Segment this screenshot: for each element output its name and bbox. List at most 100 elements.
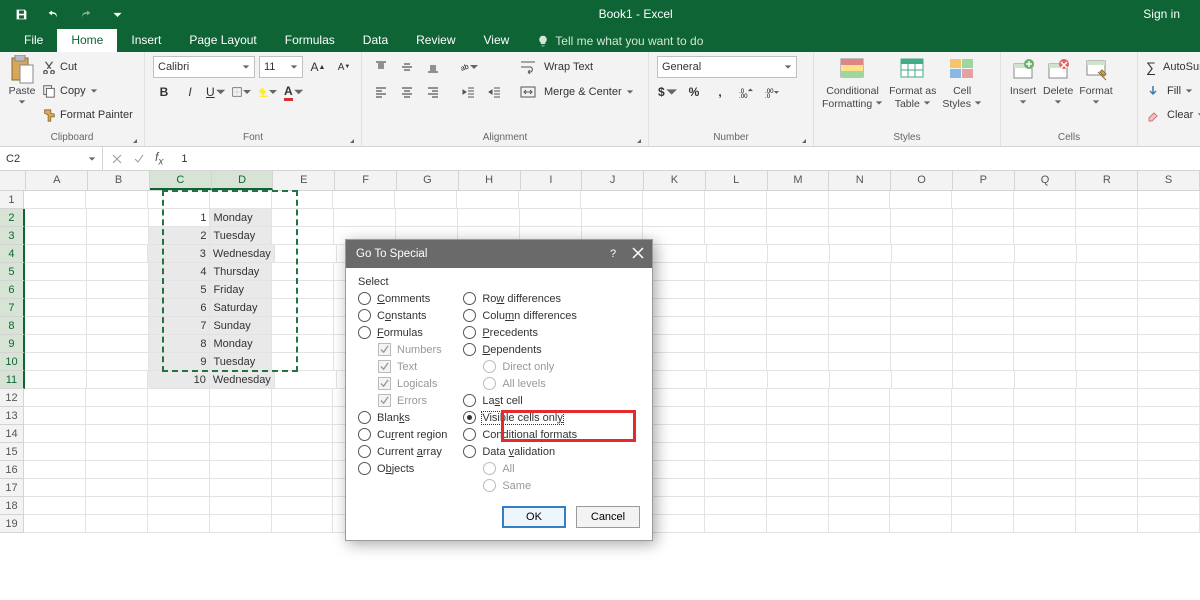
cell-N7[interactable] (829, 299, 891, 317)
cell-O18[interactable] (890, 497, 952, 515)
cell-D9[interactable]: Monday (210, 335, 272, 353)
save-icon[interactable] (10, 3, 32, 25)
cell-Q3[interactable] (1014, 227, 1076, 245)
cell-E9[interactable] (272, 335, 334, 353)
cancel-button[interactable]: Cancel (576, 506, 640, 528)
cell-M11[interactable] (768, 371, 830, 389)
radio-constants[interactable]: Constants (358, 309, 447, 322)
cell-S1[interactable] (1138, 191, 1200, 209)
cell-A3[interactable] (25, 227, 87, 245)
cell-B12[interactable] (86, 389, 148, 407)
cell-E15[interactable] (272, 443, 334, 461)
cell-M16[interactable] (767, 461, 829, 479)
font-size-select[interactable]: 11 (259, 56, 303, 78)
cell-K2[interactable] (643, 209, 705, 227)
select-all-corner[interactable] (0, 171, 26, 190)
cell-N9[interactable] (829, 335, 891, 353)
cell-L10[interactable] (705, 353, 767, 371)
cell-Q17[interactable] (1014, 479, 1076, 497)
cell-B4[interactable] (87, 245, 149, 263)
cell-O19[interactable] (890, 515, 952, 533)
cell-E11[interactable] (275, 371, 337, 389)
col-header-C[interactable]: C (150, 171, 212, 190)
cell-R10[interactable] (1076, 353, 1138, 371)
cell-D11[interactable]: Wednesday (210, 371, 275, 389)
cell-P18[interactable] (952, 497, 1014, 515)
cell-M14[interactable] (767, 425, 829, 443)
cell-O9[interactable] (891, 335, 953, 353)
tab-file[interactable]: File (10, 29, 57, 52)
font-color-button[interactable]: A (283, 81, 305, 103)
cell-Q13[interactable] (1014, 407, 1076, 425)
cell-N10[interactable] (829, 353, 891, 371)
cell-A5[interactable] (25, 263, 87, 281)
cell-M3[interactable] (767, 227, 829, 245)
cell-N4[interactable] (830, 245, 892, 263)
cell-A14[interactable] (24, 425, 86, 443)
cell-C16[interactable] (148, 461, 210, 479)
cell-O10[interactable] (891, 353, 953, 371)
cell-A2[interactable] (25, 209, 87, 227)
cell-P5[interactable] (953, 263, 1015, 281)
cell-S4[interactable] (1138, 245, 1200, 263)
tab-formulas[interactable]: Formulas (271, 29, 349, 52)
row-header-5[interactable]: 5 (0, 263, 25, 281)
radio-last-cell[interactable]: Last cell (463, 394, 577, 407)
cell-M7[interactable] (767, 299, 829, 317)
col-header-L[interactable]: L (706, 171, 768, 190)
cell-R15[interactable] (1076, 443, 1138, 461)
cell-R18[interactable] (1076, 497, 1138, 515)
col-header-R[interactable]: R (1076, 171, 1138, 190)
orientation-icon[interactable]: ab (458, 56, 480, 78)
cell-S18[interactable] (1138, 497, 1200, 515)
radio-current-region[interactable]: Current region (358, 428, 447, 441)
cell-S5[interactable] (1138, 263, 1200, 281)
cell-N6[interactable] (829, 281, 891, 299)
dialog-launcher-icon[interactable] (128, 134, 138, 144)
radio-comments[interactable]: Comments (358, 292, 447, 305)
cell-D15[interactable] (210, 443, 272, 461)
cell-M8[interactable] (767, 317, 829, 335)
cell-R13[interactable] (1076, 407, 1138, 425)
tell-me-search[interactable]: Tell me what you want to do (529, 30, 711, 52)
cell-R8[interactable] (1076, 317, 1138, 335)
cell-S2[interactable] (1138, 209, 1200, 227)
cell-L12[interactable] (705, 389, 767, 407)
cell-C10[interactable]: 9 (149, 353, 211, 371)
cell-E8[interactable] (272, 317, 334, 335)
cell-I1[interactable] (519, 191, 581, 209)
cell-A6[interactable] (25, 281, 87, 299)
cell-L3[interactable] (705, 227, 767, 245)
cell-E1[interactable] (272, 191, 334, 209)
cell-M18[interactable] (767, 497, 829, 515)
insert-cells-button[interactable]: Insert (1009, 56, 1037, 106)
col-header-J[interactable]: J (582, 171, 644, 190)
cell-S12[interactable] (1138, 389, 1200, 407)
enter-formula-icon[interactable] (133, 153, 145, 165)
cell-R1[interactable] (1076, 191, 1138, 209)
italic-button[interactable]: I (179, 81, 201, 103)
cell-C5[interactable]: 4 (149, 263, 211, 281)
cell-B18[interactable] (86, 497, 148, 515)
cell-Q1[interactable] (1014, 191, 1076, 209)
increase-font-icon[interactable]: A▲ (307, 56, 329, 78)
col-header-P[interactable]: P (953, 171, 1015, 190)
cell-I2[interactable] (520, 209, 582, 227)
cell-L14[interactable] (705, 425, 767, 443)
conditional-formatting-button[interactable]: Conditional Formatting (822, 56, 883, 110)
cell-A19[interactable] (24, 515, 86, 533)
cell-N1[interactable] (829, 191, 891, 209)
cell-P12[interactable] (952, 389, 1014, 407)
cell-L1[interactable] (705, 191, 767, 209)
cell-E2[interactable] (272, 209, 334, 227)
cell-A7[interactable] (25, 299, 87, 317)
cell-P19[interactable] (952, 515, 1014, 533)
cell-H1[interactable] (457, 191, 519, 209)
col-header-F[interactable]: F (335, 171, 397, 190)
row-header-19[interactable]: 19 (0, 515, 24, 533)
delete-cells-button[interactable]: Delete (1043, 56, 1073, 106)
qat-customize-icon[interactable] (106, 3, 128, 25)
row-header-16[interactable]: 16 (0, 461, 24, 479)
cell-Q19[interactable] (1014, 515, 1076, 533)
cell-S3[interactable] (1138, 227, 1200, 245)
